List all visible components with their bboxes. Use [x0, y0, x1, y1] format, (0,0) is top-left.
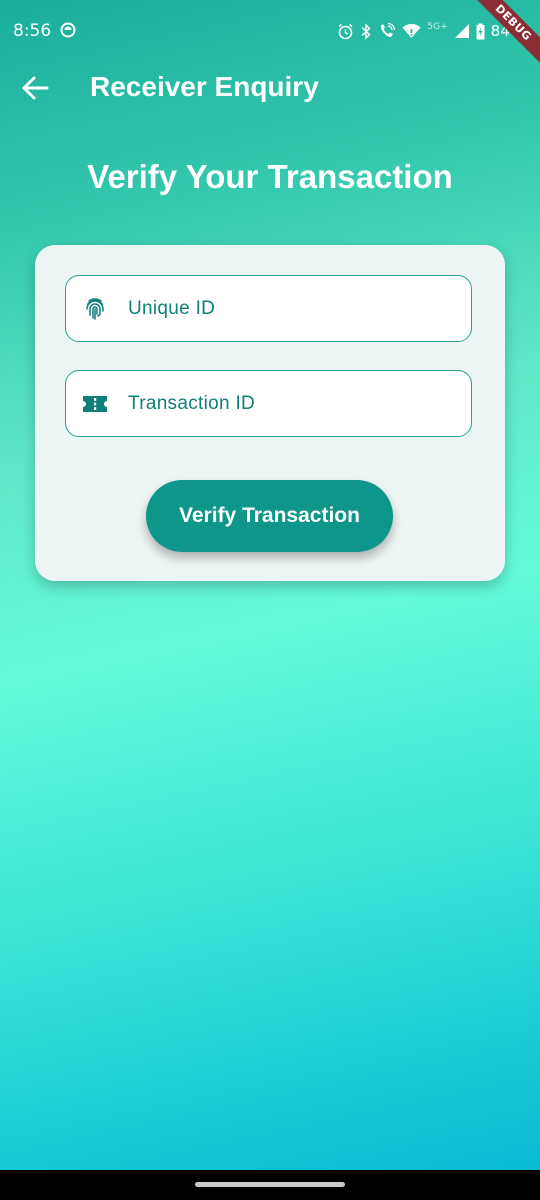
fingerprint-icon — [82, 296, 108, 322]
network-type-label: 5G+ — [427, 22, 448, 32]
page-heading: Verify Your Transaction — [87, 158, 453, 195]
back-button[interactable] — [18, 73, 52, 103]
wifi-icon — [402, 23, 421, 38]
unique-id-field[interactable] — [65, 275, 472, 342]
transaction-id-input[interactable] — [126, 391, 450, 416]
app-bar-title: Receiver Enquiry — [90, 71, 319, 102]
app-bar: Receiver Enquiry — [0, 62, 540, 114]
verify-transaction-button[interactable]: Verify Transaction — [146, 480, 393, 552]
status-icons: 5G+ 84% — [337, 20, 524, 42]
notification-icon — [60, 22, 76, 38]
battery-icon — [476, 23, 485, 39]
system-navigation-bar — [0, 1170, 540, 1200]
transaction-id-field[interactable] — [65, 370, 472, 437]
status-bar: 8:56 5G+ — [0, 0, 540, 62]
bluetooth-icon — [361, 22, 371, 40]
alarm-icon — [338, 23, 353, 39]
wifi-call-icon — [381, 22, 396, 37]
receiver-enquiry-screen: 8:56 5G+ DEBUG Receiver Enquiry Verify Y… — [0, 0, 540, 1200]
status-time: 8:56 — [13, 21, 52, 41]
verification-card: Verify Transaction — [35, 245, 505, 581]
signal-icon — [454, 24, 469, 38]
unique-id-input[interactable] — [126, 296, 450, 321]
home-indicator[interactable] — [195, 1182, 345, 1187]
arrow-back-icon — [22, 76, 49, 100]
ticket-icon — [82, 391, 108, 417]
